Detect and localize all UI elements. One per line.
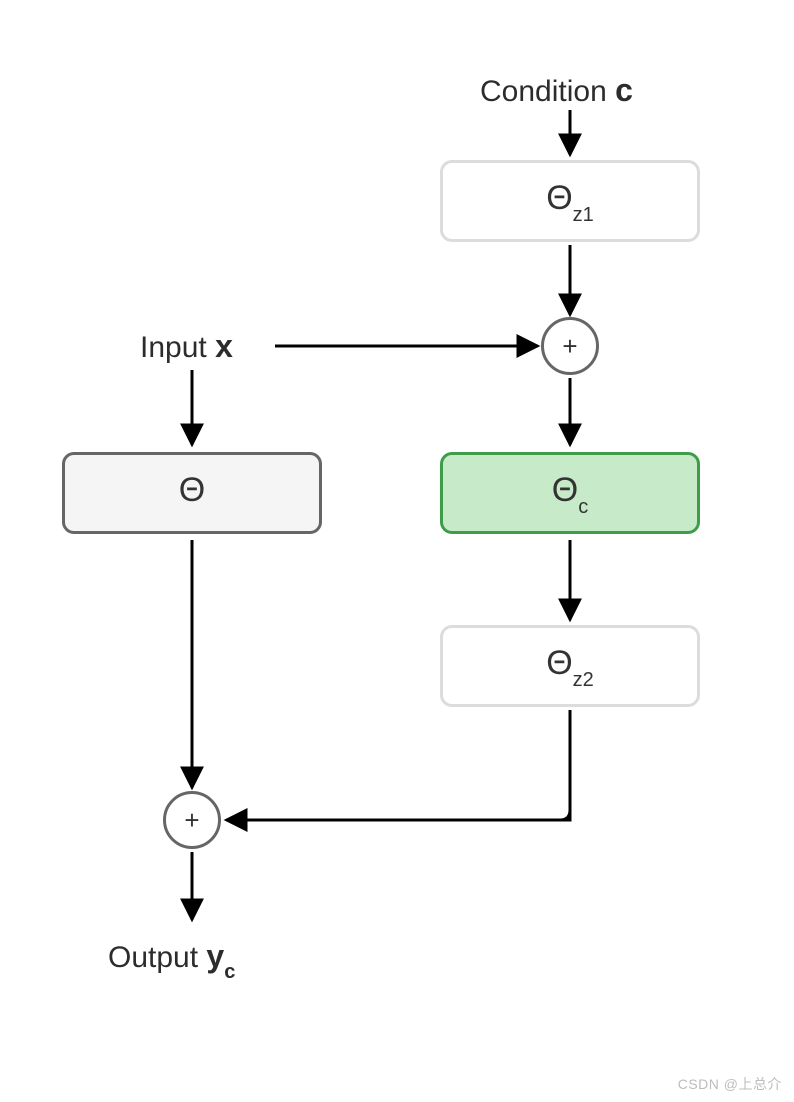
condition-prefix: Condition — [480, 75, 615, 108]
theta-box: Θ — [62, 452, 322, 534]
plus-bottom-op: + — [163, 791, 221, 849]
output-var: y — [206, 938, 224, 974]
input-prefix: Input — [140, 331, 215, 364]
input-var: x — [215, 328, 233, 364]
watermark: CSDN @上总介 — [678, 1074, 782, 1094]
theta-symbol: Θ — [179, 471, 205, 515]
output-sub: c — [224, 961, 235, 983]
theta-z2-symbol: Θz2 — [546, 644, 594, 688]
condition-label: Condition c — [480, 72, 633, 109]
theta-z1-symbol: Θz1 — [546, 179, 594, 223]
theta-z2-box: Θz2 — [440, 625, 700, 707]
theta-c-symbol: Θc — [552, 471, 588, 515]
diagram-canvas: Condition c Θz1 + Input x Θ Θc Θz2 + Out — [0, 0, 794, 1102]
plus-bottom-symbol: + — [184, 805, 199, 836]
condition-var: c — [615, 72, 633, 108]
input-label: Input x — [140, 328, 233, 365]
theta-c-box: Θc — [440, 452, 700, 534]
plus-top-op: + — [541, 317, 599, 375]
output-prefix: Output — [108, 941, 206, 974]
output-label: Output yc — [108, 938, 235, 980]
theta-z1-box: Θz1 — [440, 160, 700, 242]
plus-top-symbol: + — [562, 331, 577, 362]
